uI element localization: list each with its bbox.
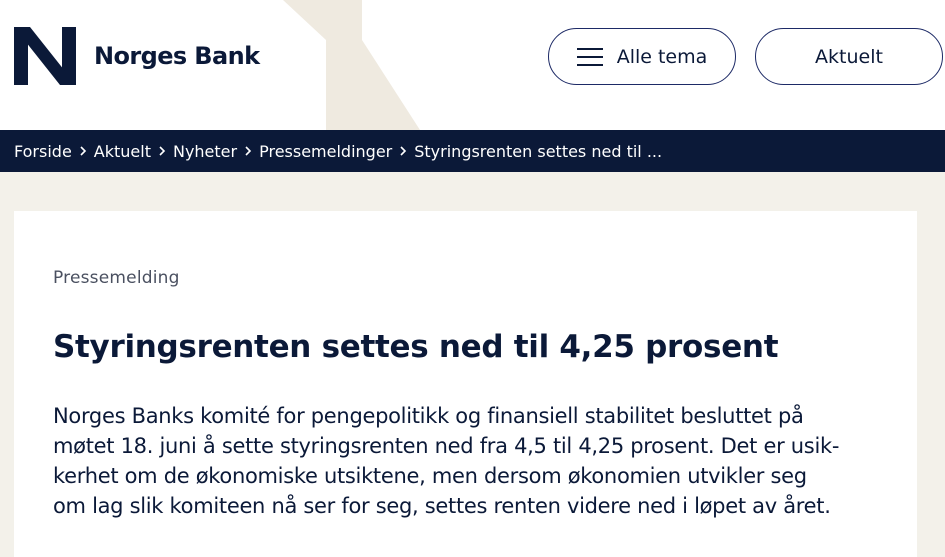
breadcrumb-item-nyheter[interactable]: Nyheter <box>173 142 237 161</box>
breadcrumb-item-pressemeldinger[interactable]: Pressemeldinger <box>259 142 392 161</box>
article-lead: Norges Banks komité for pengepolitikk og… <box>53 404 840 518</box>
article-kicker: Pressemelding <box>53 268 180 288</box>
hamburger-icon <box>576 47 603 66</box>
breadcrumb-current: Styringsrenten settes ned til ... <box>414 141 663 161</box>
breadcrumb: Forside Aktuelt Nyheter Pressemeldinger … <box>0 130 945 172</box>
article-card: Pressemelding Styringsrenten settes ned … <box>14 211 917 557</box>
breadcrumb-item-forside[interactable]: Forside <box>14 142 72 161</box>
page-title: Styringsrenten settes ned til 4,25 prose… <box>53 329 779 365</box>
news-label: Aktuelt <box>815 45 883 68</box>
news-button[interactable]: Aktuelt <box>755 28 943 85</box>
logo-text: Norges Bank <box>94 42 260 70</box>
norges-bank-logo-icon <box>14 27 76 85</box>
chevron-right-icon <box>400 146 407 156</box>
site-header: Norges Bank Alle tema Aktuelt <box>0 0 945 130</box>
logo-link[interactable]: Norges Bank <box>14 27 260 85</box>
all-topics-label: Alle tema <box>616 45 708 68</box>
chevron-right-icon <box>80 146 86 156</box>
all-topics-button[interactable]: Alle tema <box>548 28 736 85</box>
chevron-right-icon <box>245 146 252 156</box>
chevron-right-icon <box>159 146 166 156</box>
breadcrumb-item-aktuelt[interactable]: Aktuelt <box>94 142 151 161</box>
